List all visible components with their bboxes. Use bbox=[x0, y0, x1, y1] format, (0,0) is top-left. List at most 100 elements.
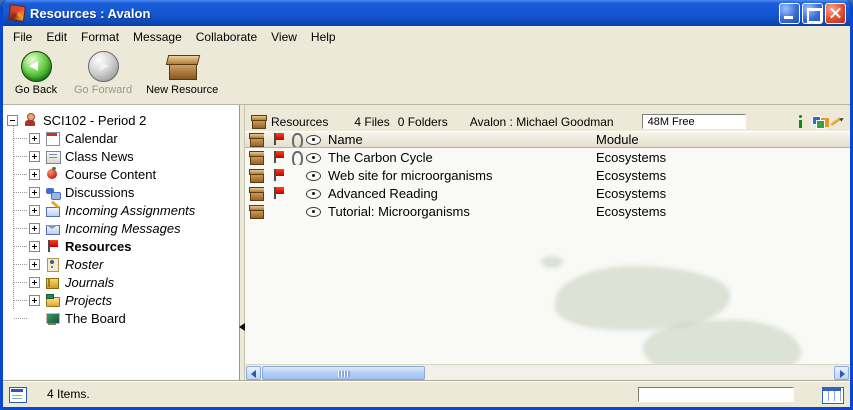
eye-icon bbox=[306, 168, 321, 183]
expand-icon[interactable] bbox=[29, 223, 40, 234]
expand-icon[interactable] bbox=[29, 205, 40, 216]
tree-item-class-news[interactable]: Class News bbox=[3, 147, 239, 165]
status-calendar-icon[interactable] bbox=[9, 387, 27, 402]
panel-splitter[interactable] bbox=[240, 105, 244, 380]
title-bar: Resources : Avalon bbox=[3, 0, 850, 26]
scroll-right-arrow-icon[interactable] bbox=[834, 366, 849, 380]
tree-item-course-content[interactable]: Course Content bbox=[3, 165, 239, 183]
tree-item-roster[interactable]: Roster bbox=[3, 255, 239, 273]
scrollbar-thumb[interactable] bbox=[262, 366, 425, 380]
attachment-column-icon[interactable] bbox=[288, 132, 303, 147]
resource-row-the-carbon-cycle[interactable]: The Carbon Cycle Ecosystems bbox=[245, 148, 850, 166]
collapse-icon[interactable] bbox=[7, 115, 18, 126]
free-space-text: 48M Free bbox=[648, 116, 695, 128]
folders-count: 0 Folders bbox=[398, 115, 448, 129]
expand-icon[interactable] bbox=[29, 169, 40, 180]
incoming-assignments-icon bbox=[45, 203, 60, 218]
go-forward-button[interactable]: Go Forward bbox=[69, 49, 137, 102]
tree-item-projects[interactable]: Projects bbox=[3, 291, 239, 309]
resource-row-advanced-reading[interactable]: Advanced Reading Ecosystems bbox=[245, 184, 850, 202]
map-watermark bbox=[541, 256, 563, 268]
panel-title: Resources bbox=[271, 115, 328, 129]
board-icon bbox=[45, 311, 60, 326]
expand-icon[interactable] bbox=[29, 277, 40, 288]
horizontal-scrollbar[interactable] bbox=[245, 364, 850, 380]
status-grid-icon[interactable] bbox=[822, 387, 842, 402]
tree-item-label: Calendar bbox=[65, 131, 118, 146]
expand-icon[interactable] bbox=[29, 295, 40, 306]
tree-item-incoming-assignments[interactable]: Incoming Assignments bbox=[3, 201, 239, 219]
tree-item-label: Resources bbox=[65, 239, 131, 254]
flag-column-icon[interactable] bbox=[271, 132, 286, 147]
forward-icon bbox=[87, 51, 119, 82]
menu-file[interactable]: File bbox=[6, 28, 39, 46]
status-bar: 4 Items. bbox=[3, 380, 850, 407]
tree-item-the-board[interactable]: The Board bbox=[3, 309, 239, 327]
resource-name: Web site for microorganisms bbox=[328, 168, 596, 183]
package-icon bbox=[249, 150, 264, 165]
resource-module: Ecosystems bbox=[596, 186, 850, 201]
incoming-messages-icon bbox=[45, 221, 60, 236]
menu-message[interactable]: Message bbox=[126, 28, 189, 46]
tree-item-discussions[interactable]: Discussions bbox=[3, 183, 239, 201]
attachment-icon bbox=[288, 150, 303, 165]
tree-item-label: Discussions bbox=[65, 185, 134, 200]
resource-row-web-site-for-microorganisms[interactable]: Web site for microorganisms Ecosystems bbox=[245, 166, 850, 184]
list-column-header: Name Module bbox=[245, 131, 850, 148]
package-column-icon[interactable] bbox=[249, 132, 264, 147]
new-resource-button[interactable]: New Resource bbox=[141, 49, 223, 102]
tree-item-label: Incoming Assignments bbox=[65, 203, 195, 218]
resources-panel: Resources 4 Files 0 Folders Avalon : Mic… bbox=[244, 105, 850, 380]
tree-item-label: Journals bbox=[65, 275, 114, 290]
expand-icon[interactable] bbox=[29, 151, 40, 162]
expand-icon[interactable] bbox=[29, 241, 40, 252]
window-title: Resources : Avalon bbox=[30, 6, 777, 21]
owner-label: Avalon : Michael Goodman bbox=[470, 115, 614, 129]
resource-row-tutorial-microorganisms[interactable]: Tutorial: Microorganisms Ecosystems bbox=[245, 202, 850, 220]
projects-icon bbox=[45, 293, 60, 308]
tree-root-label: SCI102 - Period 2 bbox=[43, 113, 146, 128]
maximize-button[interactable] bbox=[802, 3, 823, 24]
menu-collaborate[interactable]: Collaborate bbox=[189, 28, 264, 46]
close-button[interactable] bbox=[825, 3, 846, 24]
resource-module: Ecosystems bbox=[596, 168, 850, 183]
course-icon bbox=[23, 113, 38, 128]
menu-bar: File Edit Format Message Collaborate Vie… bbox=[3, 26, 850, 47]
panel-top: Resources 4 Files 0 Folders Avalon : Mic… bbox=[245, 105, 850, 131]
go-back-button[interactable]: Go Back bbox=[7, 49, 65, 102]
app-window: Resources : Avalon File Edit Format Mess… bbox=[0, 0, 853, 410]
resource-name: Tutorial: Microorganisms bbox=[328, 204, 596, 219]
flag-icon bbox=[45, 239, 60, 254]
info-icon[interactable] bbox=[793, 114, 808, 129]
flag-icon bbox=[271, 150, 286, 165]
minimize-button[interactable] bbox=[779, 3, 800, 24]
tree-item-incoming-messages[interactable]: Incoming Messages bbox=[3, 219, 239, 237]
module-column-header[interactable]: Module bbox=[596, 132, 850, 147]
eye-column-icon[interactable] bbox=[306, 132, 321, 147]
tree-item-journals[interactable]: Journals bbox=[3, 273, 239, 291]
resource-module: Ecosystems bbox=[596, 204, 850, 219]
package-icon bbox=[249, 204, 264, 219]
tree-item-label: Projects bbox=[65, 293, 112, 308]
scroll-left-arrow-icon[interactable] bbox=[246, 366, 261, 380]
tree-item-calendar[interactable]: Calendar bbox=[3, 129, 239, 147]
name-column-header[interactable]: Name bbox=[328, 132, 596, 147]
expand-icon[interactable] bbox=[29, 133, 40, 144]
new-resource-icon bbox=[166, 51, 198, 82]
resource-module: Ecosystems bbox=[596, 150, 850, 165]
app-icon[interactable] bbox=[8, 4, 26, 22]
stack-icon[interactable] bbox=[811, 114, 826, 129]
expand-icon[interactable] bbox=[29, 187, 40, 198]
menu-format[interactable]: Format bbox=[74, 28, 126, 46]
expand-icon[interactable] bbox=[29, 259, 40, 270]
tree-root-course[interactable]: SCI102 - Period 2 bbox=[3, 111, 239, 129]
tree-item-resources[interactable]: Resources bbox=[3, 237, 239, 255]
panel-header: Resources 4 Files 0 Folders Avalon : Mic… bbox=[245, 112, 850, 131]
pencil-icon[interactable] bbox=[829, 114, 844, 129]
menu-view[interactable]: View bbox=[264, 28, 304, 46]
eye-icon bbox=[306, 150, 321, 165]
menu-help[interactable]: Help bbox=[304, 28, 343, 46]
status-input-field[interactable] bbox=[638, 387, 794, 402]
menu-edit[interactable]: Edit bbox=[39, 28, 74, 46]
flag-icon bbox=[271, 186, 286, 201]
